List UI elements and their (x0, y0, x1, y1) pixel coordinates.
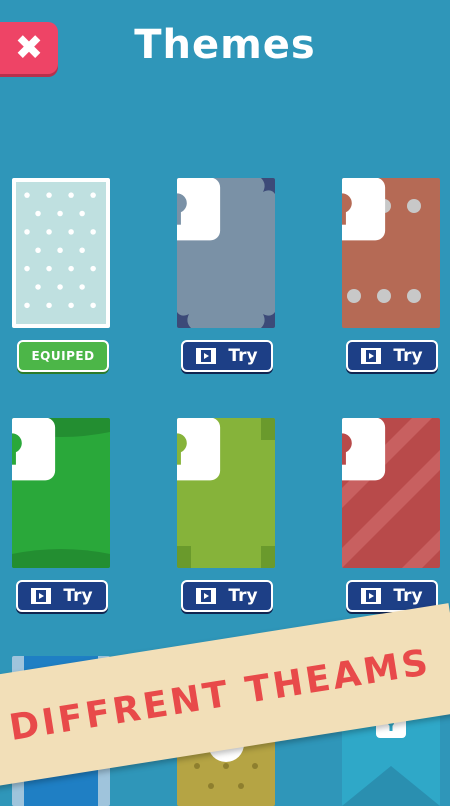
try-label: Try (228, 586, 258, 606)
lock-icon (342, 178, 386, 241)
try-label: Try (228, 346, 258, 366)
video-icon (196, 588, 217, 604)
theme-card-red-stripes[interactable] (342, 418, 440, 568)
lock-icon (177, 418, 221, 481)
video-icon (361, 588, 382, 604)
lock-icon (342, 418, 386, 481)
theme-card-lime[interactable] (177, 418, 275, 568)
try-button[interactable]: Try (16, 580, 108, 612)
theme-card-slate[interactable] (177, 178, 275, 328)
try-label: Try (393, 346, 423, 366)
equipped-label: EQUIPED (31, 349, 95, 363)
page-title: Themes (134, 22, 316, 68)
theme-card-polka-dots[interactable] (12, 178, 110, 328)
video-icon (31, 588, 52, 604)
equipped-button[interactable]: EQUIPED (17, 340, 109, 372)
theme-card-green[interactable] (12, 418, 110, 568)
try-button[interactable]: Try (181, 340, 273, 372)
polka-dots-pattern (24, 192, 96, 309)
video-icon (361, 348, 382, 364)
video-icon (196, 348, 217, 364)
lock-icon (177, 178, 221, 241)
try-button[interactable]: Try (181, 580, 273, 612)
try-button[interactable]: Try (346, 340, 438, 372)
try-label: Try (393, 586, 423, 606)
try-label: Try (63, 586, 93, 606)
lock-icon (12, 418, 56, 481)
theme-card-brown-dots[interactable] (342, 178, 440, 328)
